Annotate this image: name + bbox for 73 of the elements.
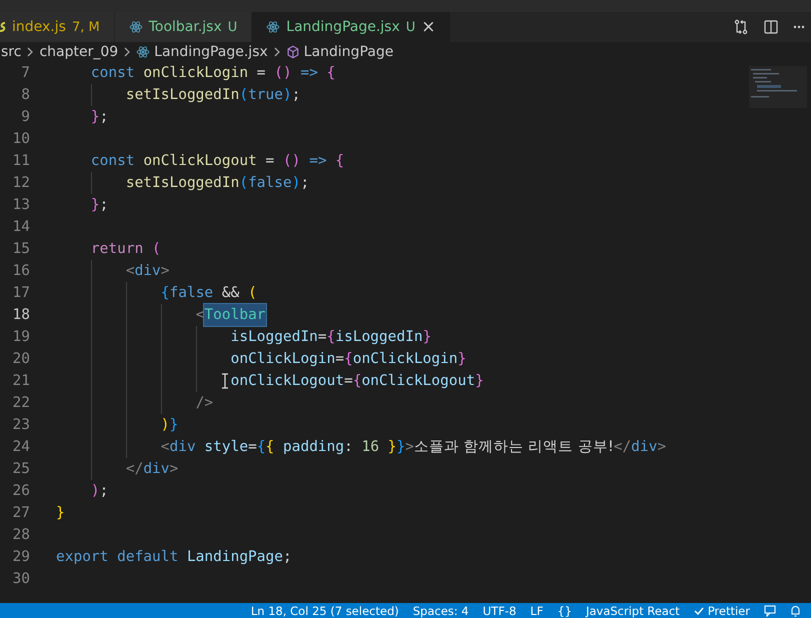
line-number: 24 <box>12 438 30 457</box>
editor-tab[interactable]: LandingPage.jsx U × <box>252 12 451 42</box>
text-cursor-icon <box>221 373 229 389</box>
line-number: 12 <box>12 174 30 193</box>
editor-tab[interactable]: index.js 7, M <box>0 12 115 42</box>
code-line: onClickLogout={onClickLogout} <box>230 372 484 391</box>
code-line: )} <box>160 416 178 435</box>
react-icon <box>136 45 150 59</box>
code-line: </div> <box>126 460 178 479</box>
breadcrumb-item[interactable]: chapter_09 <box>39 44 118 60</box>
react-icon <box>266 20 280 34</box>
breadcrumb-item[interactable]: src <box>1 44 22 60</box>
code-line: isLoggedIn={isLoggedIn} <box>230 328 432 347</box>
code-line: const onClickLogin = () => { <box>90 64 336 83</box>
line-number: 16 <box>12 262 30 281</box>
feedback-icon[interactable] <box>764 604 776 616</box>
code-line: }; <box>90 196 108 215</box>
editor-tab[interactable]: Toolbar.jsx U <box>114 12 252 42</box>
breadcrumb-item[interactable]: LandingPage <box>286 44 394 60</box>
line-number: 15 <box>12 240 30 259</box>
line-number: 26 <box>12 482 30 501</box>
line-number: 28 <box>12 526 30 545</box>
compare-changes-icon[interactable] <box>733 19 749 35</box>
line-number: 11 <box>12 152 30 171</box>
code-line: {false && ( <box>160 284 257 303</box>
line-number: 9 <box>20 108 30 127</box>
code-line: setIsLoggedIn(false); <box>126 174 310 193</box>
line-number: 19 <box>12 328 30 347</box>
close-tab-button[interactable]: × <box>421 17 436 37</box>
chevron-right-icon <box>26 46 34 58</box>
chevron-right-icon <box>123 46 132 58</box>
more-actions-icon[interactable] <box>793 25 805 29</box>
code-line: ); <box>90 482 108 501</box>
code-line: <div style={{ padding: 16 }}>소플과 함께하는 리액트 공부!</div> <box>160 438 666 457</box>
status-bar-item[interactable]: Spaces: 4 <box>412 604 469 618</box>
code-line: onClickLogin={onClickLogin} <box>230 350 466 369</box>
check-icon <box>694 606 704 616</box>
line-number: 18 <box>12 306 30 325</box>
breadcrumb-item[interactable]: LandingPage.jsx <box>136 44 268 60</box>
line-number: 27 <box>12 504 30 523</box>
line-number: 25 <box>12 460 30 479</box>
line-number: 7 <box>20 64 30 83</box>
line-number: 20 <box>12 350 30 369</box>
line-number: 23 <box>12 416 30 435</box>
status-bar-item[interactable]: JavaScript React <box>586 604 680 618</box>
line-number: 22 <box>12 394 30 413</box>
code-line: return ( <box>90 240 161 259</box>
line-number: 14 <box>12 218 30 237</box>
code-line: <div> <box>126 262 170 281</box>
chevron-right-icon <box>272 46 281 58</box>
code-line: } <box>56 504 65 523</box>
line-number: 17 <box>12 284 30 303</box>
code-line: export default LandingPage; <box>56 548 292 567</box>
line-number: 21 <box>12 372 30 391</box>
code-line: const onClickLogout = () => { <box>90 152 344 171</box>
status-bar-item[interactable]: Prettier <box>694 604 750 618</box>
line-number: 29 <box>12 548 30 567</box>
split-editor-icon[interactable] <box>763 19 779 35</box>
minimap[interactable] <box>749 66 807 108</box>
status-bar-item[interactable]: {} <box>557 604 572 618</box>
line-number: 10 <box>12 130 30 149</box>
line-number: 13 <box>12 196 30 215</box>
status-bar-item[interactable]: LF <box>530 604 544 618</box>
cube-icon <box>286 45 300 59</box>
code-line: }; <box>90 108 108 127</box>
status-bar-item[interactable]: Ln 18, Col 25 (7 selected) <box>250 604 399 618</box>
react-icon <box>128 20 143 34</box>
status-bar-item[interactable]: UTF-8 <box>482 604 516 618</box>
line-number: 8 <box>20 86 30 105</box>
line-number: 30 <box>12 570 30 589</box>
bell-icon[interactable] <box>790 604 801 616</box>
code-line: /> <box>196 394 214 413</box>
code-line: setIsLoggedIn(true); <box>126 86 300 105</box>
